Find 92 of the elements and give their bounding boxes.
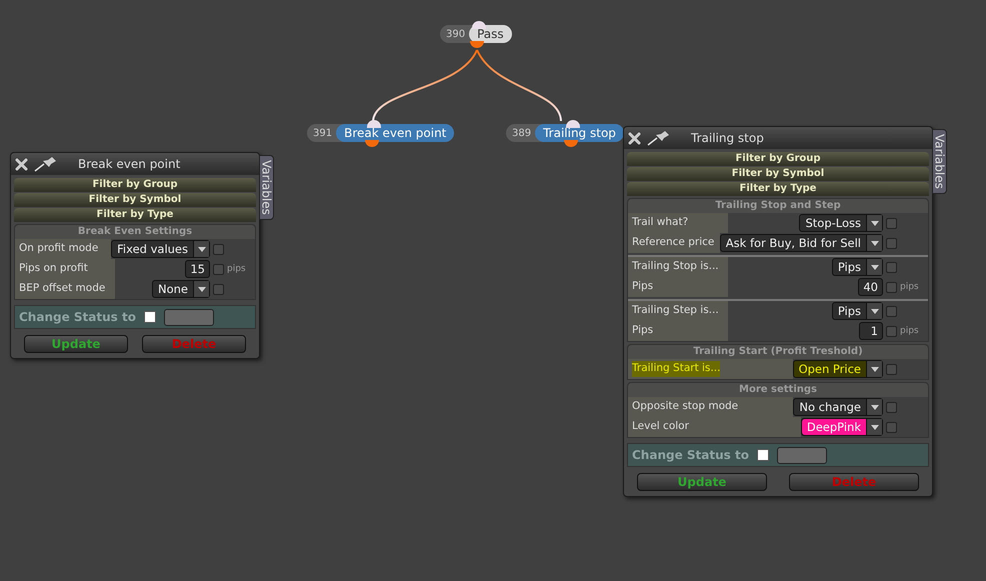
checkbox[interactable] <box>756 449 769 461</box>
checkbox[interactable] <box>886 238 897 248</box>
setting-label: Trail what? <box>632 215 688 230</box>
setting-label: Trailing Start is... <box>632 361 720 377</box>
unit-label: pips <box>227 264 246 274</box>
dropdown-value: Ask for Buy, Bid for Sell <box>724 235 862 251</box>
dropdown-value: Open Price <box>798 361 862 377</box>
checkbox[interactable] <box>886 364 897 374</box>
status-field[interactable] <box>776 446 827 464</box>
node-label: Pass <box>469 25 512 43</box>
filter-header[interactable]: Filter by Symbol <box>627 167 929 181</box>
checkbox[interactable] <box>213 284 224 294</box>
dropdown[interactable]: Stop-Loss <box>799 214 883 232</box>
flow-node[interactable]: 389 Trailing stop <box>506 124 624 142</box>
output-port-icon[interactable] <box>365 140 379 147</box>
setting-label: Trailing Stop is... <box>632 259 719 274</box>
setting-label: Pips <box>632 323 654 338</box>
unit-label: pips <box>900 326 919 336</box>
dropdown-value: Pips <box>836 259 862 275</box>
caret-icon <box>866 419 882 435</box>
input-port-icon[interactable] <box>566 120 580 128</box>
status-label: Change Status to <box>632 447 749 464</box>
unit-label: pips <box>900 282 919 292</box>
checkbox[interactable] <box>886 422 897 432</box>
number-field[interactable]: 40 <box>858 278 883 296</box>
caret-icon <box>193 241 209 257</box>
setting-label: Level color <box>632 419 689 434</box>
filter-header[interactable]: Filter by Group <box>627 152 929 166</box>
caret-icon <box>193 281 209 297</box>
pin-icon[interactable] <box>647 130 671 146</box>
input-port-icon[interactable] <box>472 21 486 29</box>
caret-icon <box>866 303 882 319</box>
dropdown[interactable]: Pips <box>832 258 883 276</box>
dropdown[interactable]: Open Price <box>792 360 883 378</box>
node-label: Trailing stop <box>535 124 624 142</box>
close-icon[interactable] <box>628 132 641 144</box>
variables-tab[interactable]: Variables <box>259 155 274 220</box>
filter-header[interactable]: Filter by Group <box>14 178 256 192</box>
dropdown-value: Stop-Loss <box>804 215 862 231</box>
number-field[interactable]: 1 <box>859 322 883 340</box>
node-number: 391 <box>313 126 334 140</box>
panel-title: Break even point <box>78 156 180 173</box>
dropdown[interactable]: Pips <box>832 302 883 320</box>
dropdown-value: None <box>156 281 189 297</box>
node-label: Break even point <box>336 124 454 142</box>
node-number: 389 <box>512 126 532 140</box>
setting-label: Trailing Step is... <box>632 303 719 318</box>
status-field[interactable] <box>164 308 214 326</box>
number-field[interactable]: 15 <box>185 260 210 278</box>
caret-icon <box>866 361 882 377</box>
checkbox[interactable] <box>886 262 897 272</box>
dropdown-value: Pips <box>836 303 862 319</box>
dropdown[interactable]: Ask for Buy, Bid for Sell <box>720 234 883 252</box>
flow-node[interactable]: 390 Pass <box>440 25 512 43</box>
checkbox[interactable] <box>886 402 897 412</box>
checkbox[interactable] <box>886 218 897 228</box>
checkbox[interactable] <box>213 244 224 254</box>
setting-label: Opposite stop mode <box>632 399 738 414</box>
checkbox[interactable] <box>886 282 897 292</box>
caret-icon <box>866 235 882 251</box>
caret-icon <box>866 259 882 275</box>
node-number: 390 <box>446 28 466 42</box>
close-icon[interactable] <box>15 158 28 170</box>
caret-icon <box>866 215 882 231</box>
filter-header[interactable]: Filter by Type <box>627 182 929 196</box>
dropdown[interactable]: No change <box>793 398 883 416</box>
variables-tab[interactable]: Variables <box>932 129 947 194</box>
checkbox[interactable] <box>213 264 224 274</box>
checkbox[interactable] <box>144 311 156 323</box>
checkbox[interactable] <box>886 306 897 316</box>
input-port-icon[interactable] <box>367 120 381 128</box>
dropdown[interactable]: None <box>152 280 210 298</box>
status-label: Change Status to <box>19 309 136 326</box>
dropdown-value: No change <box>798 399 862 415</box>
dropdown[interactable]: DeepPink <box>800 418 883 436</box>
setting-label: Reference price <box>632 235 714 250</box>
setting-label: On profit mode <box>19 241 98 256</box>
setting-label: Pips <box>632 279 654 294</box>
caret-icon <box>866 399 882 415</box>
panel-title: Trailing stop <box>691 130 764 147</box>
checkbox[interactable] <box>886 326 897 336</box>
output-port-icon[interactable] <box>470 41 484 48</box>
dropdown-value: DeepPink <box>802 419 866 435</box>
dropdown[interactable]: Fixed values <box>111 240 210 258</box>
filter-header[interactable]: Filter by Type <box>14 208 256 222</box>
output-port-icon[interactable] <box>564 140 578 147</box>
pin-icon[interactable] <box>34 156 58 172</box>
flow-node[interactable]: 391 Break even point <box>307 124 454 142</box>
setting-label: Pips on profit <box>19 261 88 276</box>
filter-header[interactable]: Filter by Symbol <box>14 193 256 207</box>
setting-label: BEP offset mode <box>19 281 106 296</box>
dropdown-value: Fixed values <box>116 241 189 257</box>
